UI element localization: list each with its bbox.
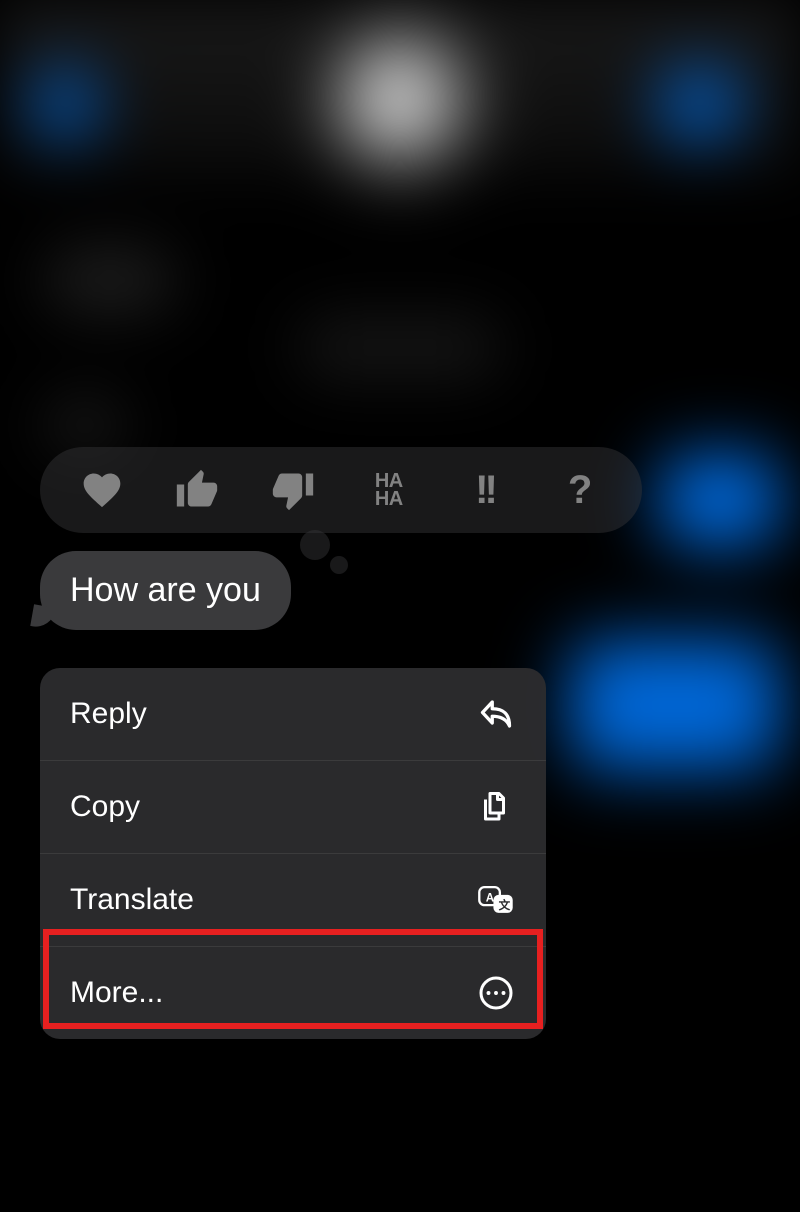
thumbs-up-icon xyxy=(175,468,219,512)
reaction-heart-button[interactable] xyxy=(69,458,134,523)
copy-icon xyxy=(476,787,516,827)
reaction-exclamation-button[interactable]: !! xyxy=(452,458,517,523)
menu-reply[interactable]: Reply xyxy=(40,668,546,761)
sent-message-blur xyxy=(570,640,780,770)
menu-more[interactable]: More... xyxy=(40,947,546,1039)
avatar-blur xyxy=(340,40,460,160)
message-blur xyxy=(300,320,500,375)
message-blur xyxy=(45,400,125,450)
message-text: How are you xyxy=(70,571,261,609)
action-button-blur xyxy=(660,70,740,140)
more-icon xyxy=(476,973,516,1013)
reaction-thumbs-down-button[interactable] xyxy=(261,458,326,523)
double-exclamation-icon: !! xyxy=(475,468,494,513)
back-button-blur xyxy=(30,70,100,140)
reply-icon xyxy=(476,694,516,734)
reaction-question-button[interactable]: ? xyxy=(548,458,613,523)
reaction-bar-tail xyxy=(330,556,348,574)
haha-icon: HA HA xyxy=(375,472,403,508)
menu-item-label: Reply xyxy=(70,697,147,731)
thumbs-down-icon xyxy=(271,468,315,512)
menu-item-label: Copy xyxy=(70,790,140,824)
message-blur xyxy=(45,250,175,310)
heart-icon xyxy=(80,468,124,512)
reaction-bar: HA HA !! ? xyxy=(40,447,642,533)
message-context-menu: Reply Copy Translate A文 More... xyxy=(40,668,546,1039)
question-icon: ? xyxy=(568,468,592,513)
svg-text:A: A xyxy=(486,892,495,904)
sent-message-blur xyxy=(660,455,780,545)
reaction-thumbs-up-button[interactable] xyxy=(165,458,230,523)
reaction-bar-tail xyxy=(300,530,330,560)
menu-item-label: More... xyxy=(70,976,163,1010)
menu-item-label: Translate xyxy=(70,883,194,917)
svg-text:文: 文 xyxy=(499,898,511,912)
menu-copy[interactable]: Copy xyxy=(40,761,546,854)
menu-translate[interactable]: Translate A文 xyxy=(40,854,546,947)
reaction-haha-button[interactable]: HA HA xyxy=(356,458,421,523)
translate-icon: A文 xyxy=(476,880,516,920)
selected-message-bubble[interactable]: How are you xyxy=(40,551,291,630)
